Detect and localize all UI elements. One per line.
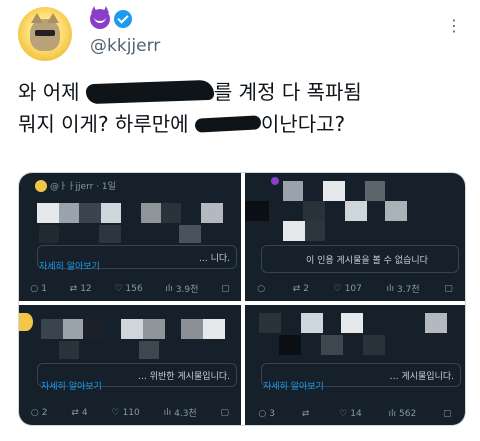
notice-box: 이 인용 게시물을 볼 수 없습니다 (261, 245, 459, 273)
like-count[interactable]: ♡ 107 (334, 282, 362, 295)
views-icon: ılı (165, 283, 173, 294)
retweet-icon: ⇄ (69, 283, 78, 294)
views-count[interactable]: ılı 562 (389, 409, 417, 419)
tweet-line-2: 뭐지 이게? 하루만에 이난다고? (18, 112, 346, 136)
reply-count[interactable]: ○ 1 (30, 282, 47, 295)
tweet-line-1: 와 어제 를 계정 다 폭파됨 (18, 79, 362, 105)
verified-badge-icon (114, 10, 132, 28)
views-count[interactable]: ılı 4.3천 (163, 406, 197, 420)
views-count[interactable]: ılı 3.7천 (386, 282, 419, 296)
like-count[interactable]: ♡ 110 (111, 406, 139, 419)
reply-icon: ○ (30, 283, 39, 294)
cat-with-sunglasses-avatar-icon (30, 13, 60, 51)
action-bar: ○ 1 ⇄ 12 ♡ 156 ılı 3.9천 ▢ (19, 282, 241, 296)
like-count[interactable]: ♡ 14 (339, 409, 362, 419)
author-avatar[interactable] (18, 7, 72, 61)
reply-icon: ○ (257, 283, 266, 294)
screenshot-image-2[interactable]: 이 인용 게시물을 볼 수 없습니다 ○ ⇄ 2 ♡ 107 ılı 3.7천 ▢ (245, 173, 465, 301)
reply-icon: ○ (258, 409, 267, 419)
mini-avatar (35, 179, 47, 192)
retweet-icon: ⇄ (71, 407, 79, 418)
heart-icon: ♡ (339, 409, 348, 419)
tweet-text: 와 어제 를 계정 다 폭파됨 뭐지 이게? 하루만에 이난다고? (18, 76, 468, 140)
notice-text: 이 인용 게시물을 볼 수 없습니다 (306, 256, 428, 266)
retweet-count[interactable]: ⇄ 12 (70, 282, 92, 295)
display-name-row[interactable] (90, 6, 132, 29)
retweet-icon: ⇄ (292, 283, 301, 294)
views-icon: ılı (163, 407, 172, 418)
bookmark-icon[interactable]: ▢ (221, 406, 230, 419)
learn-more-link[interactable]: 자세히 알아보기 (41, 379, 102, 392)
bookmark-icon[interactable]: ▢ (444, 282, 453, 295)
screenshot-image-3[interactable]: … 위반한 게시물입니다. 자세히 알아보기 ○ 2 ⇄ 4 ♡ 110 ılı 4.3… (19, 305, 241, 425)
screenshot-image-1[interactable]: @ㅏㅏjjerr · 1일 ... 니다. 자세히 알아보기 ○ 1 ⇄ 12 ♡ 1… (19, 173, 241, 301)
heart-icon: ♡ (333, 283, 342, 294)
action-bar: ○ ⇄ 2 ♡ 107 ılı 3.7천 ▢ (245, 282, 465, 296)
more-options-icon[interactable]: ⋮ (446, 16, 463, 35)
heart-icon: ♡ (111, 407, 120, 418)
reply-count[interactable]: ○ (257, 282, 268, 295)
retweet-icon: ⇄ (301, 409, 310, 419)
views-count[interactable]: ılı 3.9천 (165, 282, 198, 296)
media-grid[interactable]: @ㅏㅏjjerr · 1일 ... 니다. 자세히 알아보기 ○ 1 ⇄ 12 ♡ 1… (18, 172, 466, 426)
retweet-count[interactable]: ⇄ 2 (293, 282, 309, 295)
devil-emoji-icon (90, 6, 110, 29)
retweet-count[interactable]: ⇄ (302, 409, 313, 419)
redaction-scribble (85, 79, 215, 105)
learn-more-link[interactable]: 자세히 알아보기 (39, 259, 100, 272)
bookmark-icon[interactable]: ▢ (443, 409, 452, 419)
reply-count[interactable]: ○ 2 (31, 406, 48, 419)
reply-count[interactable]: ○ 3 (258, 409, 275, 419)
heart-icon: ♡ (114, 283, 123, 294)
screenshot-image-4[interactable]: … 게시물입니다. 자세히 알아보기 ○ 3 ⇄ ♡ 14 ılı 562 ▢ (245, 305, 465, 425)
action-bar: ○ 2 ⇄ 4 ♡ 110 ılı 4.3천 ▢ (19, 406, 241, 420)
bookmark-icon[interactable]: ▢ (221, 282, 230, 295)
notice-text: … 위반한 게시물입니다. (137, 372, 230, 382)
notice-text: ... 니다. (199, 254, 230, 264)
notice-text: … 게시물입니다. (389, 372, 454, 382)
views-icon: ılı (388, 409, 397, 419)
views-icon: ılı (386, 283, 394, 294)
reply-icon: ○ (30, 407, 39, 418)
redaction-scribble (194, 115, 262, 133)
learn-more-link[interactable]: 자세히 알아보기 (263, 379, 324, 392)
mini-tweet-header: @ㅏㅏjjerr · 1일 (35, 179, 116, 192)
retweet-count[interactable]: ⇄ 4 (71, 406, 87, 419)
tweet-header: @kkjjerr ⋮ (0, 0, 480, 64)
like-count[interactable]: ♡ 156 (114, 282, 142, 295)
author-handle[interactable]: @kkjjerr (90, 36, 160, 56)
action-bar: ○ 3 ⇄ ♡ 14 ılı 562 ▢ (245, 409, 465, 419)
